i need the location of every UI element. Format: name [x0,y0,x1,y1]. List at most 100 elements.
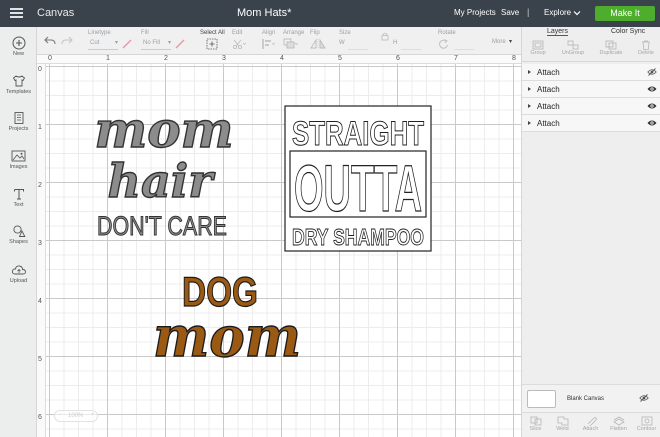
size-h-input[interactable] [401,38,421,50]
linetype-value: Cut [90,40,100,46]
group-label: Group [530,50,546,56]
my-projects-link[interactable]: My Projects [454,8,496,17]
sidebar-label-shapes: Shapes [9,239,28,245]
slice-label: Slice [529,426,542,432]
panel-tabs: Layers Color Sync [522,27,660,37]
eye-hidden-icon[interactable] [639,394,649,402]
expand-arrow-icon[interactable] [528,70,531,74]
layer-row[interactable]: Attach [522,115,660,132]
align-label: Align [262,30,276,36]
redo-icon[interactable] [61,36,73,46]
attach-label: Attach [582,426,599,432]
eye-hidden-icon[interactable] [647,68,657,76]
sidebar-label-images: Images [9,164,28,170]
sidebar-label-text: Text [13,202,24,208]
blank-canvas-row[interactable]: Blank Canvas [522,384,660,412]
rotate-label: Rotate [438,30,456,36]
layer-row[interactable]: Attach [522,64,660,81]
sidebar-item-images[interactable]: Images [0,149,37,170]
ruler-top-5: 5 [338,55,342,62]
layer-row[interactable]: Attach [522,81,660,98]
make-it-button[interactable]: Make It [595,6,655,21]
rotate-icon [439,39,448,49]
arrange-label: Arrange [283,30,305,36]
duplicate-button[interactable]: Duplicate [596,40,626,56]
rotate-input[interactable] [454,38,474,50]
left-sidebar: New Templates Projects Images Text Shape… [0,27,37,437]
linetype-color-icon[interactable] [122,39,132,49]
straight-outta-line1: STRAIGHT [292,115,424,153]
layer-name: Attach [537,102,560,111]
blank-canvas-swatch[interactable] [527,390,556,408]
weld-label: Weld [556,426,569,432]
more-chevron-icon: ▾ [509,39,513,45]
weld-button[interactable]: Weld [549,416,576,432]
group-button[interactable]: Group [523,40,553,56]
sidebar-label-projects: Projects [8,126,29,132]
dog-mom-line2: mom [153,304,301,364]
eye-icon[interactable] [647,85,657,93]
zoom-out-button[interactable]: − [58,412,62,418]
tab-layers[interactable]: Layers [547,28,569,36]
contour-button[interactable]: Contour [633,416,660,432]
align-icon [262,39,276,49]
bottom-tools: Slice Weld Attach Flatten Contour [522,412,660,437]
mom-hair-line3: DON'T CARE [97,211,227,239]
attach-button[interactable]: Attach [577,416,604,432]
sidebar-item-templates[interactable]: Templates [0,74,37,95]
layers-panel: Layers Color Sync Group UnGroup Duplicat… [521,27,660,437]
group-icon [532,40,544,50]
ruler-left-5: 5 [38,356,42,363]
flatten-icon [612,416,625,426]
eye-icon[interactable] [647,102,657,110]
tshirt-icon [12,75,25,87]
size-w-input[interactable] [348,38,368,50]
sidebar-item-shapes[interactable]: Shapes [0,224,37,245]
expand-arrow-icon[interactable] [528,87,531,91]
explore-menu[interactable]: Explore [544,8,571,17]
ruler-left-0: 0 [38,66,42,73]
layer-name: Attach [537,68,560,77]
design-straight-outta[interactable]: STRAIGHT OUTTA DRY SHAMPOO [284,105,432,252]
sidebar-item-text[interactable]: Text [0,187,37,208]
layer-row[interactable]: Attach [522,98,660,115]
zoom-level: 100% [68,413,84,419]
ruler-left-3: 3 [38,240,42,247]
zoom-in-button[interactable]: + [91,412,95,418]
expand-arrow-icon[interactable] [528,104,531,108]
upload-cloud-icon [11,265,26,275]
design-dog-mom[interactable]: DOG mom [150,268,304,364]
fill-color-icon[interactable] [175,39,185,49]
eye-icon[interactable] [647,119,657,127]
trash-icon [642,40,650,50]
chevron-down-icon[interactable] [572,8,582,18]
save-link[interactable]: Save [501,8,519,17]
lock-icon[interactable] [381,30,389,42]
design-mom-hair[interactable]: mom hair DON'T CARE [88,103,240,239]
header-separator: | [527,7,530,17]
slice-button[interactable]: Slice [522,416,549,432]
layer-name: Attach [537,85,560,94]
sidebar-item-upload[interactable]: Upload [0,263,37,284]
expand-arrow-icon[interactable] [528,121,531,125]
edit-toolbar: Linetype Cut ▾ Fill No Fill ▾ Select All… [37,27,521,55]
straight-outta-line3: DRY SHAMPOO [292,224,424,250]
scissors-icon [232,39,246,50]
top-bar: Canvas Mom Hats* My Projects Save | Expl… [0,0,660,27]
sidebar-item-new[interactable]: New [0,36,37,57]
select-all-label: Select All [200,30,225,36]
shapes-icon [12,225,26,237]
blank-canvas-label: Blank Canvas [567,396,605,402]
flatten-button[interactable]: Flatten [605,416,632,432]
ungroup-button[interactable]: UnGroup [558,40,588,56]
linetype-label: Linetype [88,30,111,36]
ungroup-icon [567,40,579,50]
sidebar-item-projects[interactable]: Projects [0,111,37,132]
delete-button[interactable]: Delete [631,40,660,56]
weld-icon [557,416,568,426]
hamburger-menu-icon[interactable] [10,8,23,18]
slice-icon [530,416,541,426]
duplicate-icon [605,40,617,50]
undo-icon[interactable] [44,36,56,46]
tab-color-sync[interactable]: Color Sync [611,28,645,35]
